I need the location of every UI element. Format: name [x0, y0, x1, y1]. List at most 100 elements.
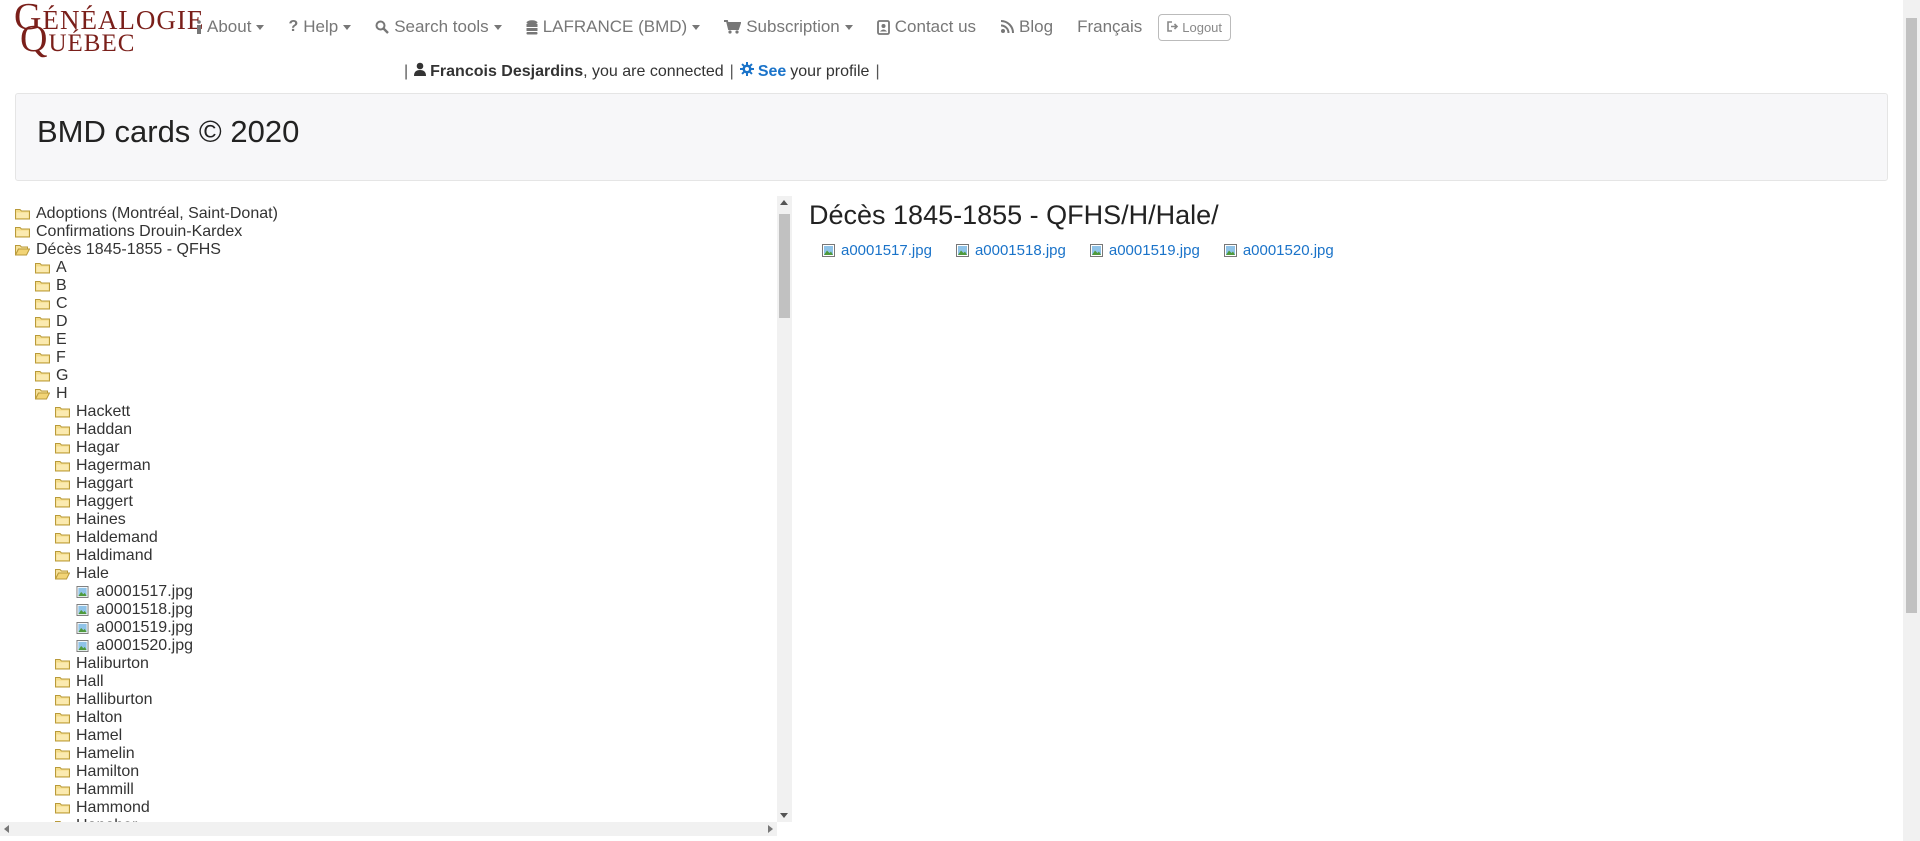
- scroll-right-arrow-icon[interactable]: [768, 825, 773, 833]
- tree-file-node[interactable]: a0001520.jpg: [75, 637, 193, 655]
- tree-node-label: Hagerman: [76, 457, 151, 474]
- tree-folder-node[interactable]: Halton: [55, 709, 122, 727]
- tree-folder-node[interactable]: B: [35, 277, 67, 295]
- tree-folder-node[interactable]: Confirmations Drouin-Kardex: [15, 223, 242, 241]
- tree-folder-node[interactable]: Hale: [55, 565, 109, 583]
- tree-folder-node[interactable]: Haggart: [55, 475, 133, 493]
- folder-icon: [55, 749, 70, 760]
- info-icon: [196, 20, 202, 34]
- image-file-icon: [822, 244, 835, 257]
- user-name: Francois Desjardins: [430, 62, 584, 80]
- scrollbar-thumb[interactable]: [779, 214, 790, 318]
- page-vertical-scrollbar[interactable]: [1903, 0, 1920, 841]
- folder-open-icon: [35, 389, 50, 400]
- tree-folder-node[interactable]: Hagerman: [55, 457, 151, 475]
- top-navbar: GÉNÉALOGIE QUÉBEC About ? Help Search to…: [0, 0, 1900, 58]
- page-scrollbar-thumb[interactable]: [1906, 18, 1917, 613]
- folder-icon: [15, 227, 30, 238]
- nav-language-francais[interactable]: Français: [1077, 17, 1142, 37]
- scroll-down-arrow-icon[interactable]: [780, 813, 788, 818]
- image-file-icon: [76, 604, 89, 616]
- file-link-label: a0001518.jpg: [974, 242, 1066, 259]
- tree-node-label: B: [56, 277, 67, 294]
- chevron-down-icon: [343, 24, 352, 30]
- tree-file-node[interactable]: a0001518.jpg: [75, 601, 193, 619]
- rss-icon: [1000, 20, 1015, 34]
- tree-folder-node[interactable]: Halliburton: [55, 691, 152, 709]
- tree-node-label: Hammill: [76, 781, 134, 798]
- tree-folder-node[interactable]: Adoptions (Montréal, Saint-Donat): [15, 205, 278, 223]
- image-file-icon: [76, 586, 89, 598]
- search-icon: [375, 20, 390, 34]
- nav-about[interactable]: About: [196, 17, 265, 37]
- tree-folder-node[interactable]: Hamel: [55, 727, 122, 745]
- separator: |: [729, 62, 734, 80]
- tree-folder-node[interactable]: Haldimand: [55, 547, 152, 565]
- folder-icon: [55, 497, 70, 508]
- user-icon: [414, 62, 427, 81]
- separator: |: [875, 62, 880, 80]
- chevron-down-icon: [692, 24, 701, 30]
- tree-folder-node[interactable]: Haldemand: [55, 529, 158, 547]
- tree-folder-node[interactable]: E: [35, 331, 67, 349]
- file-link[interactable]: a0001517.jpg: [822, 242, 932, 259]
- nav-help[interactable]: ? Help: [288, 17, 352, 37]
- file-link[interactable]: a0001518.jpg: [955, 242, 1066, 259]
- tree-node-label: Haggert: [76, 493, 133, 510]
- tree-folder-node[interactable]: Hamelin: [55, 745, 135, 763]
- tree-file-node[interactable]: a0001517.jpg: [75, 583, 193, 601]
- image-file-icon: [76, 622, 89, 634]
- tree-folder-node[interactable]: Haggert: [55, 493, 133, 511]
- see-profile-link[interactable]: See: [758, 63, 786, 81]
- tree-folder-node[interactable]: G: [35, 367, 68, 385]
- tree-folder-node[interactable]: C: [35, 295, 68, 313]
- tree-folder-node[interactable]: Haddan: [55, 421, 132, 439]
- tree-node-label: F: [56, 349, 66, 366]
- tree-folder-node[interactable]: Haines: [55, 511, 126, 529]
- tree-node-label: Haggart: [76, 475, 133, 492]
- tree-folder-node[interactable]: F: [35, 349, 66, 367]
- sign-out-icon: [1167, 20, 1179, 35]
- nav-lafrance-bmd[interactable]: LAFRANCE (BMD): [526, 17, 701, 37]
- chevron-down-icon: [493, 24, 502, 30]
- tree-vertical-scrollbar[interactable]: [777, 196, 792, 822]
- nav-subscription[interactable]: Subscription: [724, 17, 853, 37]
- folder-icon: [35, 263, 50, 274]
- tree-folder-node[interactable]: Hall: [55, 673, 104, 691]
- tree-node-label: Haldemand: [76, 529, 158, 546]
- image-file-icon: [1223, 244, 1237, 257]
- folder-tree: Adoptions (Montréal, Saint-Donat) Confirm…: [0, 196, 777, 822]
- scroll-left-arrow-icon[interactable]: [4, 825, 9, 833]
- nav-blog[interactable]: Blog: [1000, 17, 1053, 37]
- tree-folder-node[interactable]: Hackett: [55, 403, 130, 421]
- folder-icon: [55, 443, 70, 454]
- nav-search-tools[interactable]: Search tools: [375, 17, 502, 37]
- nav-contact-us[interactable]: Contact us: [876, 17, 976, 37]
- tree-folder-node[interactable]: Haliburton: [55, 655, 149, 673]
- tree-file-node[interactable]: a0001519.jpg: [75, 619, 193, 637]
- profile-text: your profile: [790, 62, 870, 80]
- scroll-up-arrow-icon[interactable]: [780, 200, 788, 205]
- folder-icon: [55, 695, 70, 706]
- tree-node-label: Haddan: [76, 421, 133, 438]
- tree-node-label: Hamilton: [76, 763, 140, 780]
- genealogie-quebec-logo[interactable]: GÉNÉALOGIE QUÉBEC: [14, 0, 203, 58]
- folder-icon: [55, 461, 70, 472]
- folder-icon: [55, 407, 70, 418]
- tree-folder-node[interactable]: D: [35, 313, 68, 331]
- tree-folder-node[interactable]: Hammill: [55, 781, 134, 799]
- folder-icon: [15, 209, 30, 220]
- gear-icon[interactable]: [739, 62, 754, 81]
- tree-horizontal-scrollbar[interactable]: [0, 822, 777, 836]
- tree-folder-node[interactable]: Hagar: [55, 439, 120, 457]
- file-link[interactable]: a0001520.jpg: [1223, 242, 1334, 259]
- file-link[interactable]: a0001519.jpg: [1089, 242, 1200, 259]
- tree-node-label: a0001517.jpg: [96, 583, 193, 600]
- tree-folder-node[interactable]: Décès 1845-1855 - QFHS: [15, 241, 221, 259]
- logout-button[interactable]: Logout: [1158, 13, 1232, 41]
- tree-folder-node[interactable]: Hammond: [55, 799, 150, 817]
- tree-folder-node[interactable]: H: [35, 385, 68, 403]
- user-status-bar: | Francois Desjardins , you are connecte…: [398, 62, 886, 81]
- tree-folder-node[interactable]: A: [35, 259, 67, 277]
- tree-folder-node[interactable]: Hamilton: [55, 763, 139, 781]
